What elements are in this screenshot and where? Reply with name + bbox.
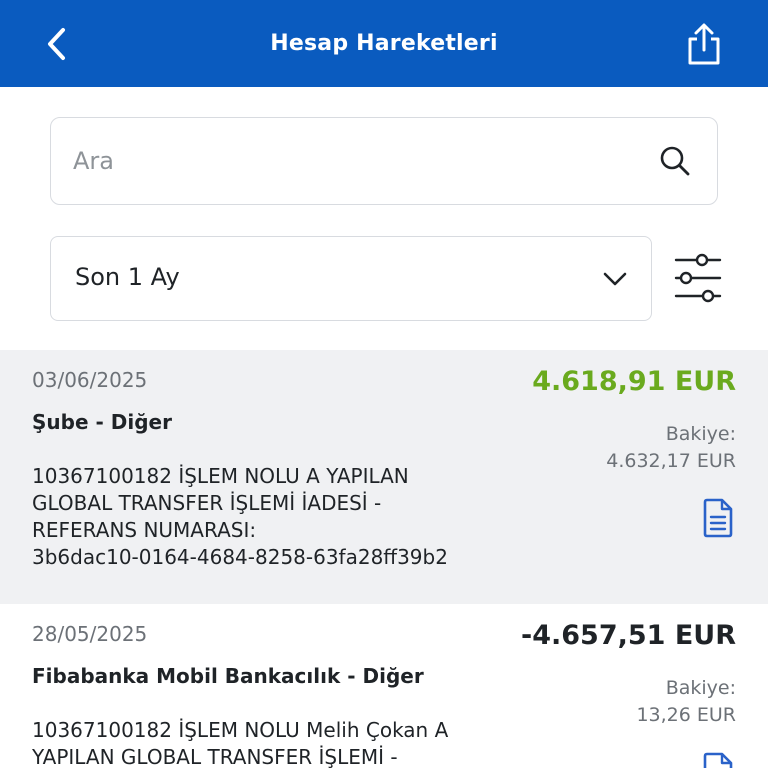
transaction-channel: Fibabanka Mobil Bankacılık - Diğer — [32, 664, 424, 688]
period-select[interactable]: Son 1 Ay — [50, 236, 652, 321]
sliders-icon[interactable] — [672, 250, 724, 306]
search-icon[interactable] — [659, 145, 691, 177]
period-value: Son 1 Ay — [75, 263, 180, 291]
search-box — [50, 117, 718, 205]
transaction-date: 03/06/2025 — [32, 368, 148, 392]
transaction-amount: 4.618,91 EUR — [532, 366, 736, 397]
balance-label: Bakiye: — [665, 423, 736, 445]
transaction-date: 28/05/2025 — [32, 622, 148, 646]
search-input[interactable] — [73, 138, 633, 184]
document-icon[interactable] — [700, 752, 736, 768]
transaction-channel: Şube - Diğer — [32, 410, 172, 434]
transaction-row[interactable]: 28/05/2025 -4.657,51 EUR Fibabanka Mobil… — [0, 604, 768, 768]
header-bar: Hesap Hareketleri — [0, 0, 768, 87]
balance-value: 13,26 EUR — [636, 704, 736, 726]
page-title: Hesap Hareketleri — [270, 31, 498, 56]
chevron-left-icon[interactable] — [38, 24, 78, 64]
chevron-down-icon — [603, 272, 627, 286]
transaction-description: 10367100182 İŞLEM NOLU A YAPILAN GLOBAL … — [32, 464, 448, 569]
transaction-row[interactable]: 03/06/2025 4.618,91 EUR Şube - Diğer Bak… — [0, 350, 768, 604]
balance-value: 4.632,17 EUR — [606, 450, 736, 472]
transaction-amount: -4.657,51 EUR — [521, 620, 736, 651]
transaction-description: 10367100182 İŞLEM NOLU Melih Çokan A YAP… — [32, 718, 449, 768]
document-icon[interactable] — [700, 498, 736, 538]
balance-label: Bakiye: — [665, 677, 736, 699]
share-icon[interactable] — [684, 22, 724, 66]
